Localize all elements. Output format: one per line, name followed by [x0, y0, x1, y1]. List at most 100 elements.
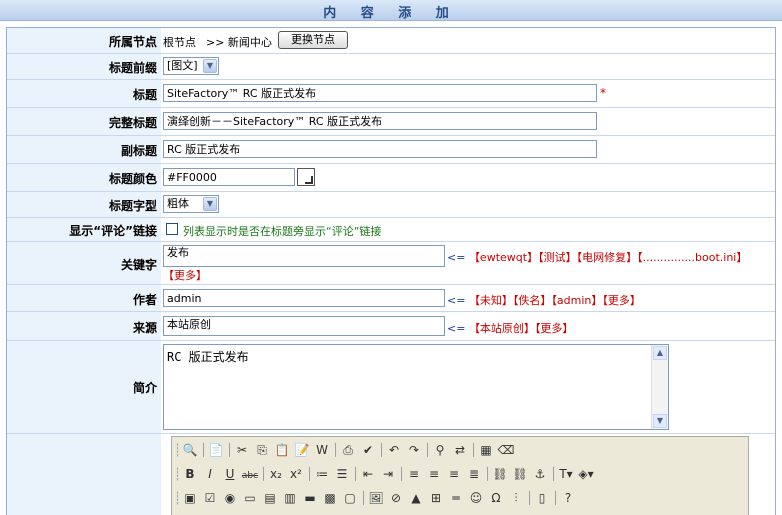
row-source: 来源 ： 本站原创 <= 【本站原创】【更多】: [7, 312, 775, 341]
button-field-icon[interactable]: ▬: [300, 487, 320, 509]
italic-icon[interactable]: I: [200, 463, 220, 485]
value-cell: ┊🔍 │📄 │ ✂ ⎘ 📋 📝 W │ ⎙ ✔ │ ↶ ↷ │ ⚲ ⇄ │ ▦ ⌫ ┊ B I Uabc │ x₂ x² │ ≔ ☰ │ ⇤…: [161, 434, 775, 515]
keywords-suggestions: <= 【ewtewqt】【测试】【电网修复】【...............bo…: [447, 249, 747, 265]
author-more-link[interactable]: 【更多】: [602, 294, 641, 307]
value-cell: 演绎创新－－SiteFactory™ RC 版正式发布: [161, 108, 775, 135]
title-input[interactable]: SiteFactory™ RC 版正式发布: [163, 84, 597, 102]
select-all-icon[interactable]: ▦: [476, 439, 496, 461]
paste-text-icon[interactable]: 📝: [292, 439, 312, 461]
change-node-button[interactable]: 更换节点: [278, 31, 348, 49]
paste-word-icon[interactable]: W: [312, 439, 332, 461]
font-style-value: 粗体: [167, 197, 189, 210]
unordered-list-icon[interactable]: ☰: [332, 463, 352, 485]
author-suggestion[interactable]: 【admin】: [551, 294, 602, 307]
author-suggestion[interactable]: 【佚名】: [513, 294, 552, 307]
summary-scrollbar[interactable]: ▲ ▼: [651, 345, 668, 429]
textarea-icon[interactable]: ▤: [260, 487, 280, 509]
image-button-icon[interactable]: ▩: [320, 487, 340, 509]
full-title-input[interactable]: 演绎创新－－SiteFactory™ RC 版正式发布: [163, 112, 597, 130]
source-more-link[interactable]: 【更多】: [535, 322, 574, 335]
radio-icon[interactable]: ◉: [220, 487, 240, 509]
paste-icon[interactable]: 📋: [272, 439, 292, 461]
hidden-field-icon[interactable]: ▢: [340, 487, 360, 509]
select-field-icon[interactable]: ▥: [280, 487, 300, 509]
underline-icon[interactable]: U: [220, 463, 240, 485]
row-comment-link: 显示“评论”链接 ： 列表显示时是否在标题旁显示“评论”链接: [7, 218, 775, 242]
align-left-icon[interactable]: ≡: [404, 463, 424, 485]
arrow-label: <=: [447, 294, 466, 307]
outdent-icon[interactable]: ⇤: [358, 463, 378, 485]
keyword-suggestion[interactable]: 【电网修复】: [577, 251, 638, 264]
redo-icon[interactable]: ↷: [404, 439, 424, 461]
replace-icon[interactable]: ⇄: [450, 439, 470, 461]
summary-textarea[interactable]: RC 版正式发布 ▲ ▼: [163, 344, 669, 430]
media-icon[interactable]: ▲: [406, 487, 426, 509]
keywords-input[interactable]: 发布: [163, 245, 445, 267]
preview-icon[interactable]: 🔍: [180, 439, 200, 461]
scroll-up-icon[interactable]: ▲: [653, 346, 667, 360]
cut-icon[interactable]: ✂: [232, 439, 252, 461]
font-style-select[interactable]: 粗体 ▼: [163, 195, 219, 213]
ordered-list-icon[interactable]: ≔: [312, 463, 332, 485]
strikethrough-icon[interactable]: abc: [240, 465, 260, 487]
new-page-icon[interactable]: 📄: [206, 439, 226, 461]
align-right-icon[interactable]: ≡: [444, 463, 464, 485]
horizontal-rule-icon[interactable]: ═: [446, 487, 466, 509]
align-justify-icon[interactable]: ≣: [464, 463, 484, 485]
textfield-icon[interactable]: ▭: [240, 487, 260, 509]
special-char-icon[interactable]: Ω: [486, 487, 506, 509]
author-input[interactable]: admin: [163, 289, 445, 307]
subscript-icon[interactable]: x₂: [266, 463, 286, 485]
print-icon[interactable]: ⎙: [338, 439, 358, 461]
keyword-suggestion[interactable]: 【测试】: [538, 251, 577, 264]
row-node: 所属节点 ： 根节点 >> 新闻中心 更换节点: [7, 28, 775, 54]
image-icon[interactable]: 🖼: [366, 487, 386, 509]
eraser-icon[interactable]: ⌫: [496, 439, 516, 461]
source-input[interactable]: 本站原创: [163, 316, 445, 336]
scroll-down-icon[interactable]: ▼: [653, 414, 667, 428]
find-icon[interactable]: ⚲: [430, 439, 450, 461]
text-color-icon[interactable]: T▾: [556, 463, 576, 485]
subtitle-input[interactable]: RC 版正式发布: [163, 140, 597, 158]
spellcheck-icon[interactable]: ✔: [358, 439, 378, 461]
link-icon[interactable]: ⛓: [490, 463, 510, 485]
page-break-icon[interactable]: ⫶: [506, 487, 526, 509]
undo-icon[interactable]: ↶: [384, 439, 404, 461]
keyword-suggestion[interactable]: 【ewtewqt】: [469, 251, 538, 264]
comment-link-checkbox[interactable]: [166, 223, 178, 235]
smiley-icon[interactable]: ☺: [466, 487, 486, 509]
superscript-icon[interactable]: x²: [286, 463, 306, 485]
bold-icon[interactable]: B: [180, 463, 200, 485]
table-icon[interactable]: ⊞: [426, 487, 446, 509]
source-suggestions: <= 【本站原创】【更多】: [447, 320, 573, 336]
help-icon[interactable]: ?: [558, 487, 578, 509]
author-suggestions: <= 【未知】【佚名】【admin】【更多】: [447, 292, 641, 308]
flash-icon[interactable]: ⊘: [386, 487, 406, 509]
color-picker-icon: [305, 176, 313, 184]
title-color-input[interactable]: #FF0000: [163, 168, 295, 186]
value-cell: [图文] ▼: [161, 54, 775, 79]
source-suggestion[interactable]: 【本站原创】: [469, 322, 535, 335]
copy-icon[interactable]: ⎘: [252, 439, 272, 461]
label-title-color: 标题颜色: [108, 172, 157, 186]
value-cell: RC 版正式发布 ▲ ▼: [161, 341, 775, 433]
bg-color-icon[interactable]: ◈▾: [576, 463, 596, 485]
unlink-icon[interactable]: ⛓: [510, 463, 530, 485]
toolbar-row-3: ┊ ▣ ☑ ◉ ▭ ▤ ▥ ▬ ▩ ▢ │🖼 ⊘ ▲ ⊞ ═ ☺ Ω ⫶ │ ▯ │?: [174, 487, 578, 509]
keywords-more-link[interactable]: 【更多】: [163, 269, 207, 282]
indent-icon[interactable]: ⇥: [378, 463, 398, 485]
keywords-more: 【更多】: [163, 267, 207, 283]
color-picker-button[interactable]: [297, 168, 315, 186]
prefix-select[interactable]: [图文] ▼: [163, 57, 219, 75]
colon: ：: [145, 144, 158, 158]
checkbox-icon[interactable]: ☑: [200, 487, 220, 509]
source-icon[interactable]: ▯: [532, 487, 552, 509]
anchor-icon[interactable]: ⚓: [530, 463, 550, 485]
arrow-label: <=: [447, 251, 466, 264]
align-center-icon[interactable]: ≡: [424, 463, 444, 485]
keyword-suggestion[interactable]: 【...............boot.ini】: [637, 251, 747, 264]
author-suggestion[interactable]: 【未知】: [469, 294, 513, 307]
comment-link-text: 列表显示时是否在标题旁显示“评论”链接: [183, 225, 382, 238]
prefix-value: [图文]: [167, 59, 198, 72]
form-icon[interactable]: ▣: [180, 487, 200, 509]
